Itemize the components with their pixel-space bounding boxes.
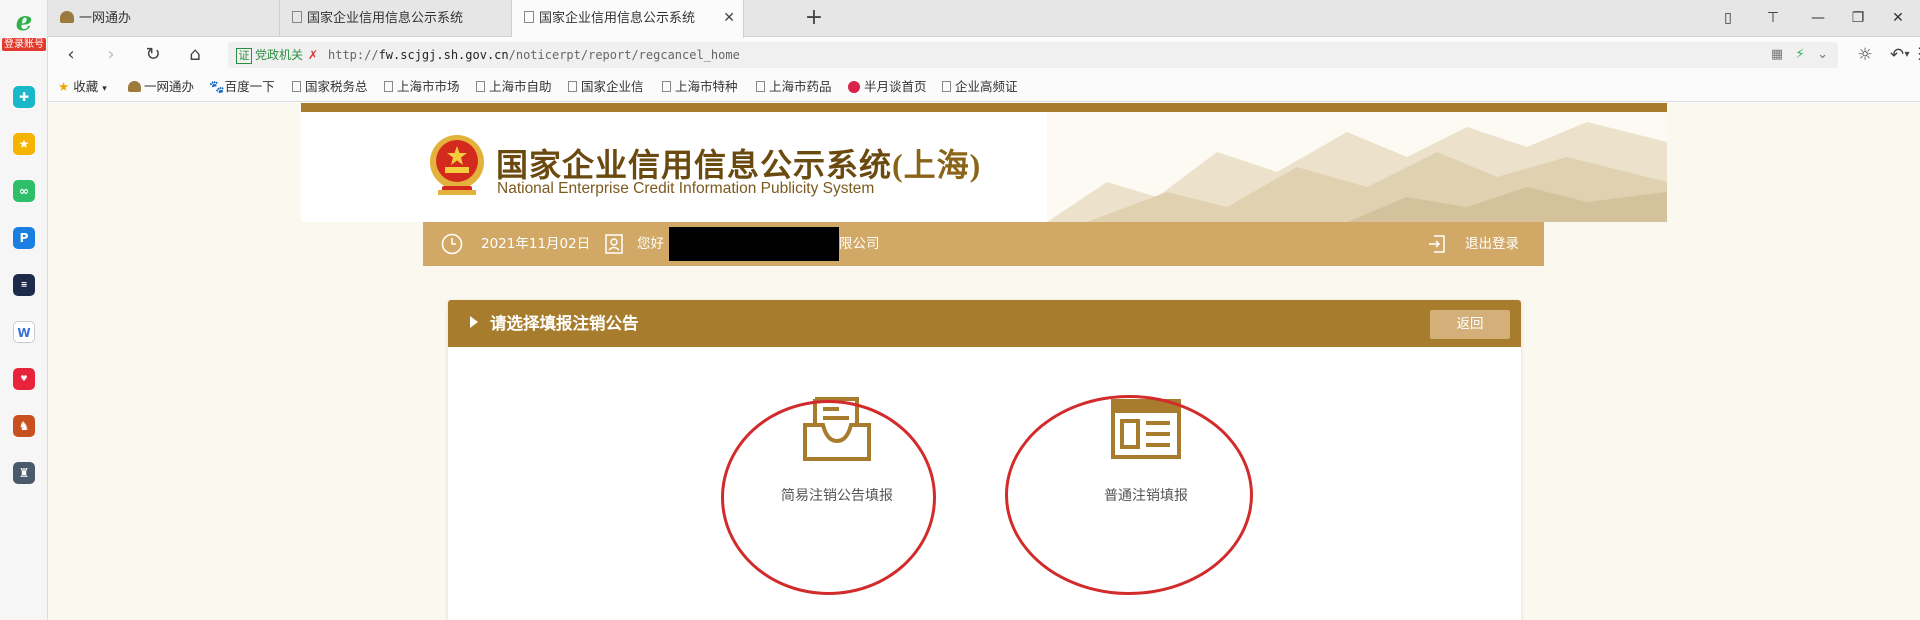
back-button[interactable]: 返回 (1430, 310, 1510, 339)
page-icon (292, 81, 301, 92)
skin-icon[interactable]: ⊤ (1753, 0, 1793, 37)
top-stripe (301, 103, 1667, 112)
paw-icon: 🐾 (209, 79, 225, 94)
site-banner: 国家企业信用信息公示系统(上海) National Enterprise Cre… (301, 112, 1667, 222)
triangle-right-icon (470, 316, 478, 328)
red-circle-icon (848, 81, 860, 93)
bookmark-item[interactable]: 国家税务总 (292, 72, 372, 102)
restore-button[interactable]: ❐ (1838, 0, 1878, 37)
bookmark-item[interactable]: 上海市特种 (662, 72, 742, 102)
logout-icon[interactable] (1426, 233, 1448, 255)
user-info-bar: 2021年11月02日 您好 限公司 退出登录 (423, 222, 1544, 266)
star-icon: ★ (58, 79, 70, 94)
bookmark-item[interactable]: 上海市自助 (476, 72, 556, 102)
company-name-suffix: 限公司 (839, 236, 880, 252)
reload-icon[interactable]: ↻ (136, 38, 170, 72)
plus-app-icon[interactable]: ✚ (13, 86, 35, 108)
page-icon (568, 81, 577, 92)
cert-badge[interactable]: 证党政机关 (236, 46, 303, 64)
page-icon (524, 11, 534, 23)
tab-gsxt-1[interactable]: 国家企业信用信息公示系统 (280, 0, 512, 37)
back-arrow-icon[interactable]: ‹ (54, 38, 88, 72)
bell-icon (128, 81, 141, 92)
greeting: 您好 (637, 236, 664, 252)
game-app-icon[interactable]: ♞ (13, 415, 35, 437)
logout-link[interactable]: 退出登录 (1465, 222, 1519, 266)
tab-label: 国家企业信用信息公示系统 (539, 11, 696, 26)
menu-icon[interactable]: ☰ (1910, 38, 1920, 72)
redacted-company-name (669, 227, 839, 261)
simple-cancel-label: 简易注销公告填报 (781, 488, 893, 504)
mountain-painting-icon (1047, 112, 1667, 222)
tab-gsxt-active[interactable]: 国家企业信用信息公示系统 ✕ (512, 0, 744, 38)
forward-arrow-icon[interactable]: › (94, 38, 128, 72)
page-icon (756, 81, 765, 92)
page-icon (384, 81, 393, 92)
bookmark-item[interactable]: 企业高频证 (942, 72, 1026, 102)
home-icon[interactable]: ⌂ (178, 38, 212, 72)
address-tools: ▦ ⚡ ⌄ (1771, 42, 1828, 68)
doc-app-icon[interactable]: W (13, 321, 35, 343)
simple-cancel-option[interactable]: 简易注销公告填报 (762, 395, 912, 505)
inbox-document-icon (803, 397, 871, 461)
news-app-icon[interactable]: ≡ (13, 274, 35, 296)
tab-favicon-icon (60, 11, 74, 23)
page-icon (942, 81, 951, 92)
speed-mode-icon[interactable]: ⚡ (1796, 47, 1805, 62)
panel-title: 请选择填报注销公告 (490, 314, 639, 333)
game2-app-icon[interactable]: ♜ (13, 462, 35, 484)
insecure-icon[interactable]: ✗ (308, 46, 318, 64)
brightness-icon[interactable]: ☼ (1850, 38, 1880, 72)
user-card-icon (605, 234, 623, 254)
page-icon (292, 11, 302, 23)
bookmark-item[interactable]: 上海市市场 (384, 72, 464, 102)
bookmark-item[interactable]: 一网通办 (128, 72, 194, 102)
web-page: 国家企业信用信息公示系统(上海) National Enterprise Cre… (48, 103, 1920, 620)
tab-yiwangtongban[interactable]: 一网通办 (48, 0, 280, 37)
tab-strip: 一网通办 国家企业信用信息公示系统 国家企业信用信息公示系统 ✕ + ▯ ⊤ —… (48, 0, 1920, 38)
e-logo-icon: e (15, 7, 33, 37)
tab-label: 一网通办 (79, 11, 132, 26)
chevron-down-icon: ▾ (102, 84, 107, 94)
browser-logo[interactable]: e 登录账号 (0, 8, 48, 58)
qr-code-icon[interactable]: ▦ (1771, 47, 1783, 62)
url-text[interactable]: http://fw.scjgj.sh.gov.cn/noticerpt/repo… (328, 42, 740, 68)
cancel-notice-panel: 请选择填报注销公告 返回 简易注销公告填报 普通注销填报 (448, 300, 1521, 620)
bookmark-item[interactable]: 🐾百度一下 (209, 72, 275, 102)
new-tab-button[interactable]: + (800, 0, 828, 37)
national-emblem-icon (430, 135, 484, 195)
address-bar[interactable]: 证党政机关 ✗ http://fw.scjgj.sh.gov.cn/notice… (228, 42, 1838, 68)
clock-icon (441, 233, 463, 255)
current-date: 2021年11月02日 (481, 236, 591, 252)
minimize-button[interactable]: — (1798, 0, 1838, 37)
star-app-icon[interactable]: ★ (13, 133, 35, 155)
page-icon (476, 81, 485, 92)
app-sidebar: e 登录账号 ✚ ★ ∞ P ≡ W ♥ ♞ ♜ (0, 0, 48, 620)
bookmark-item[interactable]: 半月谈首页 (848, 72, 932, 102)
login-account-badge[interactable]: 登录账号 (2, 38, 46, 51)
site-subtitle: National Enterprise Credit Information P… (497, 180, 875, 197)
tab-label: 国家企业信用信息公示系统 (307, 11, 464, 26)
red-app-icon[interactable]: ♥ (13, 368, 35, 390)
page-icon (662, 81, 671, 92)
chevron-down-icon[interactable]: ⌄ (1817, 47, 1828, 62)
p-app-icon[interactable]: P (13, 227, 35, 249)
normal-cancel-label: 普通注销填报 (1104, 488, 1188, 504)
navigation-bar: ‹ › ↻ ⌂ 证党政机关 ✗ http://fw.scjgj.sh.gov.c… (48, 38, 1920, 72)
bookmark-item[interactable]: 国家企业信 (568, 72, 648, 102)
close-tab-icon[interactable]: ✕ (723, 0, 735, 37)
bookmark-favorites[interactable]: ★ 收藏 ▾ (58, 72, 107, 102)
certificate-icon: 证 (236, 48, 252, 64)
bookmark-item[interactable]: 上海市药品 (756, 72, 836, 102)
cloud-app-icon[interactable]: ∞ (13, 180, 35, 202)
normal-cancel-option[interactable]: 普通注销填报 (1071, 395, 1221, 505)
site-region: (上海) (892, 147, 982, 183)
bookmarks-bar: ★ 收藏 ▾ 一网通办 🐾百度一下 国家税务总 上海市市场 上海市自助 国家企业… (48, 72, 1920, 102)
close-window-button[interactable]: ✕ (1878, 0, 1918, 37)
tab-count-icon[interactable]: ▯ (1708, 0, 1748, 37)
news-document-icon (1111, 399, 1181, 459)
panel-header: 请选择填报注销公告 返回 (448, 300, 1521, 347)
